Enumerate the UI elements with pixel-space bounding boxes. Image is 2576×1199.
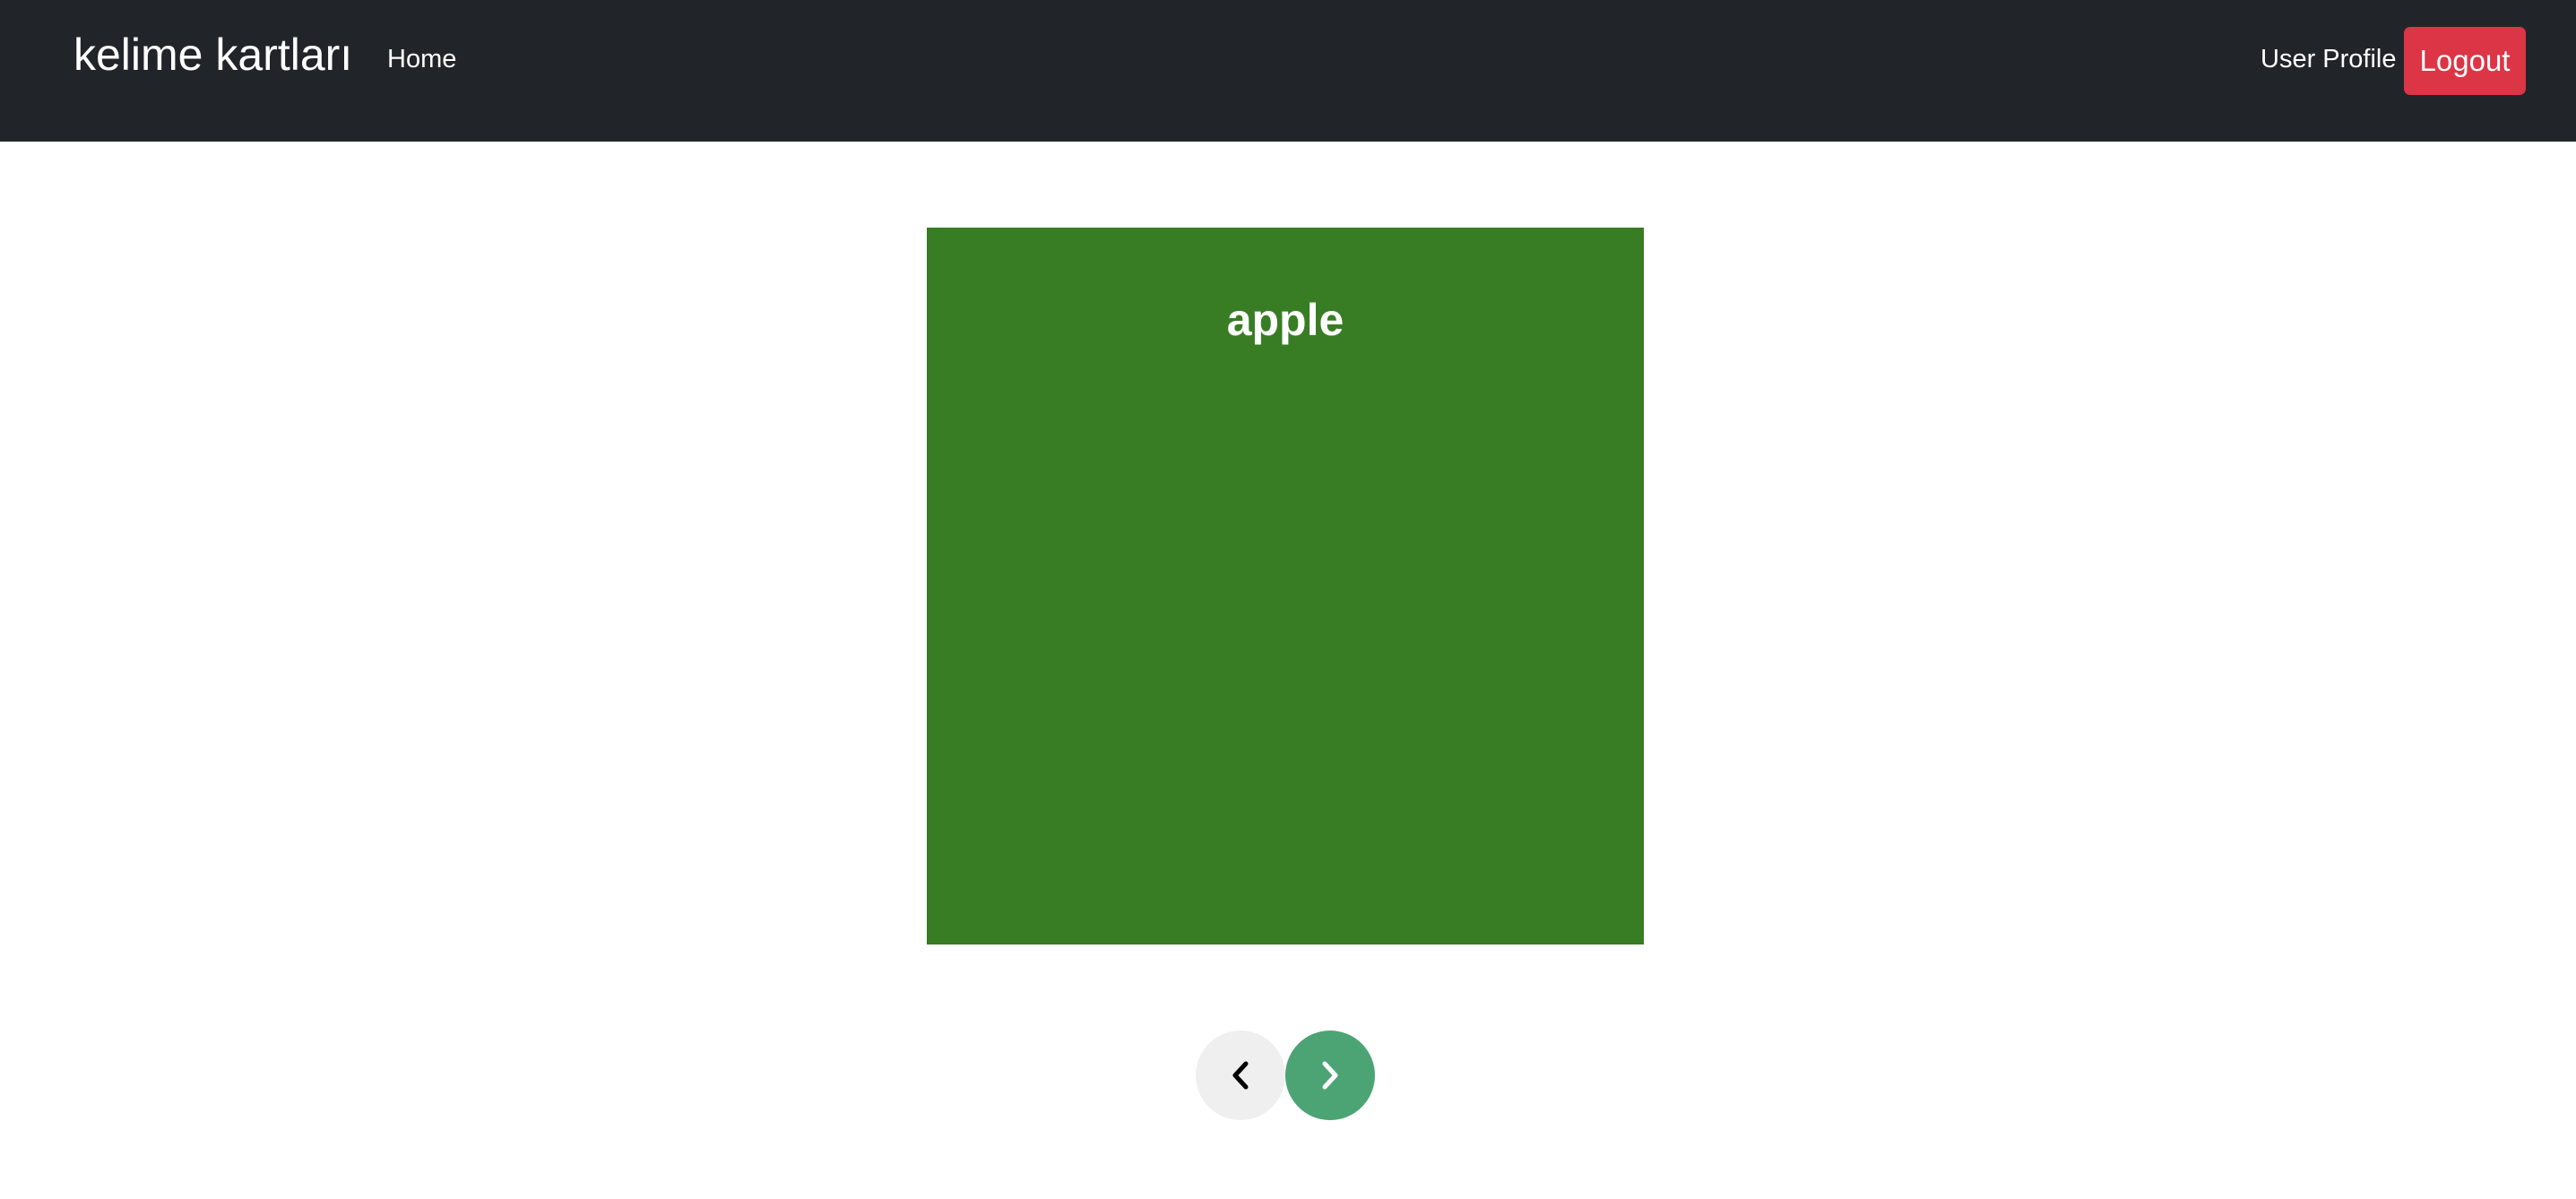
nav-home-link[interactable]: Home [387, 41, 456, 77]
word-card[interactable]: apple [927, 228, 1644, 945]
chevron-right-icon [1318, 1060, 1342, 1091]
chevron-left-icon [1229, 1060, 1252, 1091]
next-card-button[interactable] [1285, 1031, 1375, 1120]
previous-card-button[interactable] [1196, 1031, 1285, 1120]
card-word: apple [1226, 295, 1344, 345]
top-navbar: kelime kartları Home User Profile Logout [0, 0, 2576, 142]
logout-button[interactable]: Logout [2404, 27, 2526, 95]
brand-title[interactable]: kelime kartları [73, 27, 352, 82]
nav-user-profile-link[interactable]: User Profile [2260, 41, 2397, 77]
